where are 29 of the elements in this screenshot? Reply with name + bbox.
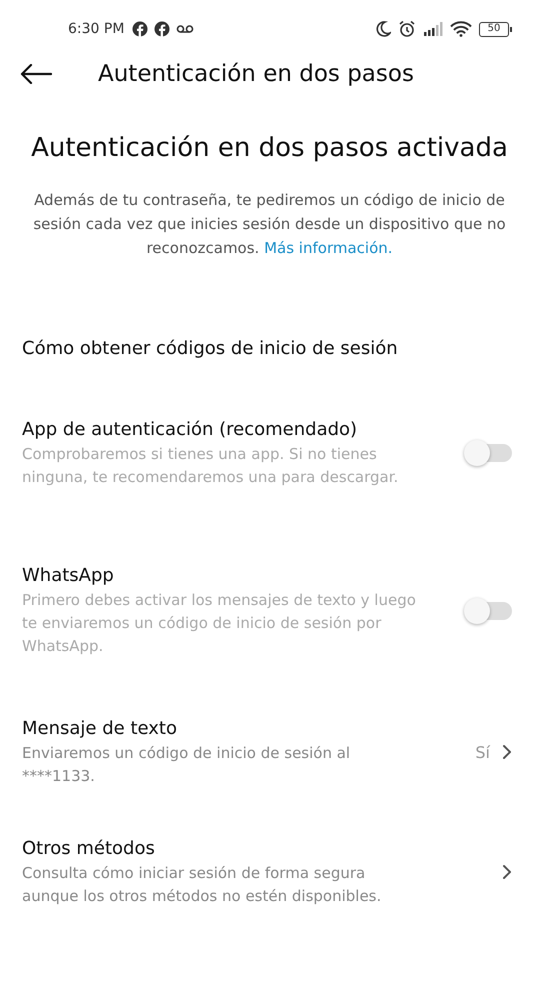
method-description: Enviaremos un código de inicio de sesión al ****1133. (22, 743, 352, 787)
facebook-icon (132, 21, 148, 37)
method-title: Mensaje de texto (22, 717, 178, 741)
back-arrow-icon (20, 64, 52, 84)
signal-icon (423, 22, 443, 36)
method-row[interactable]: Otros métodos Consulta cómo iniciar sesión de forma segura aunque los otros métodos no estén disponibles. (0, 836, 539, 908)
method-title: WhatsApp (22, 564, 115, 588)
moon-icon (375, 20, 391, 38)
method-row[interactable]: Mensaje de texto Enviaremos un código de inicio de sesión al ****1133. Sí (0, 716, 539, 788)
method-description: Consulta cómo iniciar sesión de forma segura aunque los otros métodos no estén disponibles. (22, 863, 382, 907)
description-text: Además de tu contraseña, te pediremos un código de inicio de sesión cada vez que inicies sesión desde un dispositivo que no reconozcamos. Más información. (32, 190, 507, 259)
facebook-icon (154, 21, 170, 37)
method-title: Otros métodos (22, 837, 156, 861)
page-title: Autenticación en dos pasos (98, 61, 414, 87)
method-description: Comprobaremos si tienes una app. Si no tienes ninguna, te recomendaremos una para descargar. (22, 444, 400, 488)
more-info-link[interactable]: Más información. (264, 239, 393, 257)
section-heading: Cómo obtener códigos de inicio de sesión (21, 338, 399, 359)
alarm-icon (398, 20, 416, 38)
status-time: 6:30 PM (68, 21, 124, 37)
back-button[interactable] (20, 64, 52, 84)
heading: Autenticación en dos pasos activada (30, 132, 509, 165)
status-value: Sí (475, 742, 490, 762)
chevron-right-icon (502, 744, 512, 760)
chevron-right-icon (502, 864, 512, 880)
wifi-icon (450, 21, 472, 37)
battery-level: 50 (488, 24, 500, 34)
voicemail-icon (176, 24, 194, 34)
method-description: Primero debes activar los mensajes de texto y luego te enviaremos un código de inicio de sesión por WhatsApp. (22, 590, 417, 657)
method-title: App de autenticación (recomendado) (22, 418, 358, 442)
